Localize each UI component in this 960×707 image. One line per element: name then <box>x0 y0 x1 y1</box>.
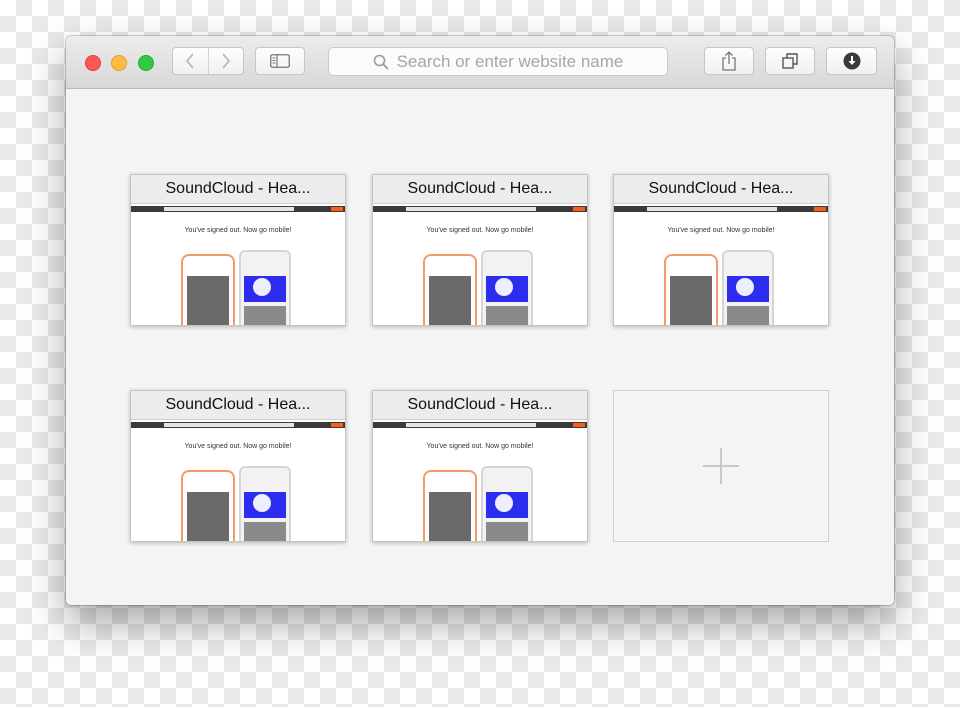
page-thumbnail: You've signed out. Now go mobile! <box>373 204 587 325</box>
share-icon <box>722 51 736 71</box>
minimize-button[interactable] <box>111 55 127 71</box>
chevron-right-icon <box>222 53 230 69</box>
show-all-tabs-button[interactable] <box>765 47 815 75</box>
navigation-buttons <box>172 47 244 75</box>
download-icon <box>843 52 860 70</box>
tile-title: SoundCloud - Hea... <box>373 175 587 204</box>
thumbnail-tagline: You've signed out. Now go mobile! <box>426 443 534 450</box>
tile-title: SoundCloud - Hea... <box>614 175 828 204</box>
page-thumbnail: You've signed out. Now go mobile! <box>373 420 587 541</box>
top-site-tile[interactable]: SoundCloud - Hea... You've signed out. N… <box>130 174 346 326</box>
tile-title: SoundCloud - Hea... <box>373 391 587 420</box>
top-sites-grid: SoundCloud - Hea... You've signed out. N… <box>66 89 894 605</box>
tabs-icon <box>782 53 798 69</box>
chevron-left-icon <box>186 53 194 69</box>
top-site-tile[interactable]: SoundCloud - Hea... You've signed out. N… <box>613 174 829 326</box>
top-site-tile[interactable]: SoundCloud - Hea... You've signed out. N… <box>130 390 346 542</box>
thumbnail-tagline: You've signed out. Now go mobile! <box>184 443 292 450</box>
sidebar-button[interactable] <box>255 47 305 75</box>
top-site-tile[interactable]: SoundCloud - Hea... You've signed out. N… <box>372 174 588 326</box>
tile-title: SoundCloud - Hea... <box>131 391 345 420</box>
zoom-button[interactable] <box>138 55 154 71</box>
share-button[interactable] <box>704 47 754 75</box>
downloads-button[interactable] <box>826 47 877 75</box>
forward-button[interactable] <box>208 48 243 74</box>
tile-title: SoundCloud - Hea... <box>131 175 345 204</box>
top-site-tile[interactable]: SoundCloud - Hea... You've signed out. N… <box>372 390 588 542</box>
address-bar[interactable]: Search or enter website name <box>328 47 668 76</box>
page-thumbnail: You've signed out. Now go mobile! <box>614 204 828 325</box>
toolbar: Search or enter website name <box>66 36 894 89</box>
thumbnail-tagline: You've signed out. Now go mobile! <box>667 227 775 234</box>
add-site-tile[interactable] <box>613 390 829 542</box>
address-placeholder: Search or enter website name <box>396 51 624 71</box>
thumbnail-tagline: You've signed out. Now go mobile! <box>426 227 534 234</box>
plus-icon <box>703 448 739 484</box>
page-thumbnail: You've signed out. Now go mobile! <box>131 420 345 541</box>
browser-window: Search or enter website name SoundCloud … <box>66 36 894 605</box>
page-thumbnail: You've signed out. Now go mobile! <box>131 204 345 325</box>
back-button[interactable] <box>173 48 208 74</box>
thumbnail-tagline: You've signed out. Now go mobile! <box>184 227 292 234</box>
search-icon <box>373 54 389 70</box>
sidebar-icon <box>270 54 290 68</box>
close-button[interactable] <box>85 55 101 71</box>
